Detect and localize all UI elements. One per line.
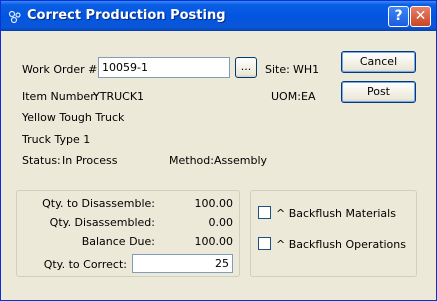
cancel-button[interactable]: Cancel	[341, 51, 416, 73]
close-button[interactable]: ✕	[410, 6, 431, 27]
gear-cluster-icon	[8, 10, 21, 24]
site-label: Site:	[265, 63, 290, 76]
close-icon: ✕	[414, 8, 427, 24]
qty-to-disassemble-label: Qty. to Disassemble:	[42, 197, 155, 210]
status-label: Status:	[22, 154, 61, 167]
work-order-browse-button[interactable]: ...	[235, 57, 257, 78]
item-number-label: Item Number:	[22, 90, 99, 103]
method-value: Assembly	[214, 154, 268, 167]
uom-label: UOM:	[271, 90, 301, 103]
status-value: In Process	[62, 154, 118, 167]
balance-due-label: Balance Due:	[81, 235, 155, 248]
qty-to-disassemble-value: 100.00	[194, 197, 234, 210]
item-description-1: Yellow Tough Truck	[22, 111, 125, 124]
item-number-value: YTRUCK1	[93, 90, 145, 103]
title-bar[interactable]: Correct Production Posting ? ✕	[1, 1, 436, 31]
method-label: Method:	[169, 154, 214, 167]
qty-to-correct-input[interactable]	[132, 254, 233, 273]
backflush-operations-label: ^ Backflush Operations	[276, 238, 406, 251]
post-button[interactable]: Post	[341, 81, 416, 103]
item-description-2: Truck Type 1	[22, 133, 91, 146]
dialog-window: Correct Production Posting ? ✕ Work Orde…	[0, 0, 437, 301]
help-icon: ?	[394, 8, 403, 24]
uom-value: EA	[301, 90, 316, 103]
backflush-options-group	[250, 190, 417, 277]
backflush-operations-checkbox[interactable]	[258, 237, 271, 250]
work-order-input[interactable]	[98, 57, 230, 78]
qty-disassembled-label: Qty. Disassembled:	[49, 216, 155, 229]
site-value: WH1	[293, 63, 320, 76]
qty-to-correct-label: Qty. to Correct:	[43, 258, 127, 271]
qty-disassembled-value: 0.00	[208, 216, 234, 229]
backflush-materials-label: ^ Backflush Materials	[276, 207, 396, 220]
backflush-materials-checkbox[interactable]	[258, 206, 271, 219]
work-order-label: Work Order #:	[22, 63, 102, 76]
window-title: Correct Production Posting	[27, 8, 226, 23]
balance-due-value: 100.00	[194, 235, 234, 248]
help-button[interactable]: ?	[388, 6, 409, 27]
